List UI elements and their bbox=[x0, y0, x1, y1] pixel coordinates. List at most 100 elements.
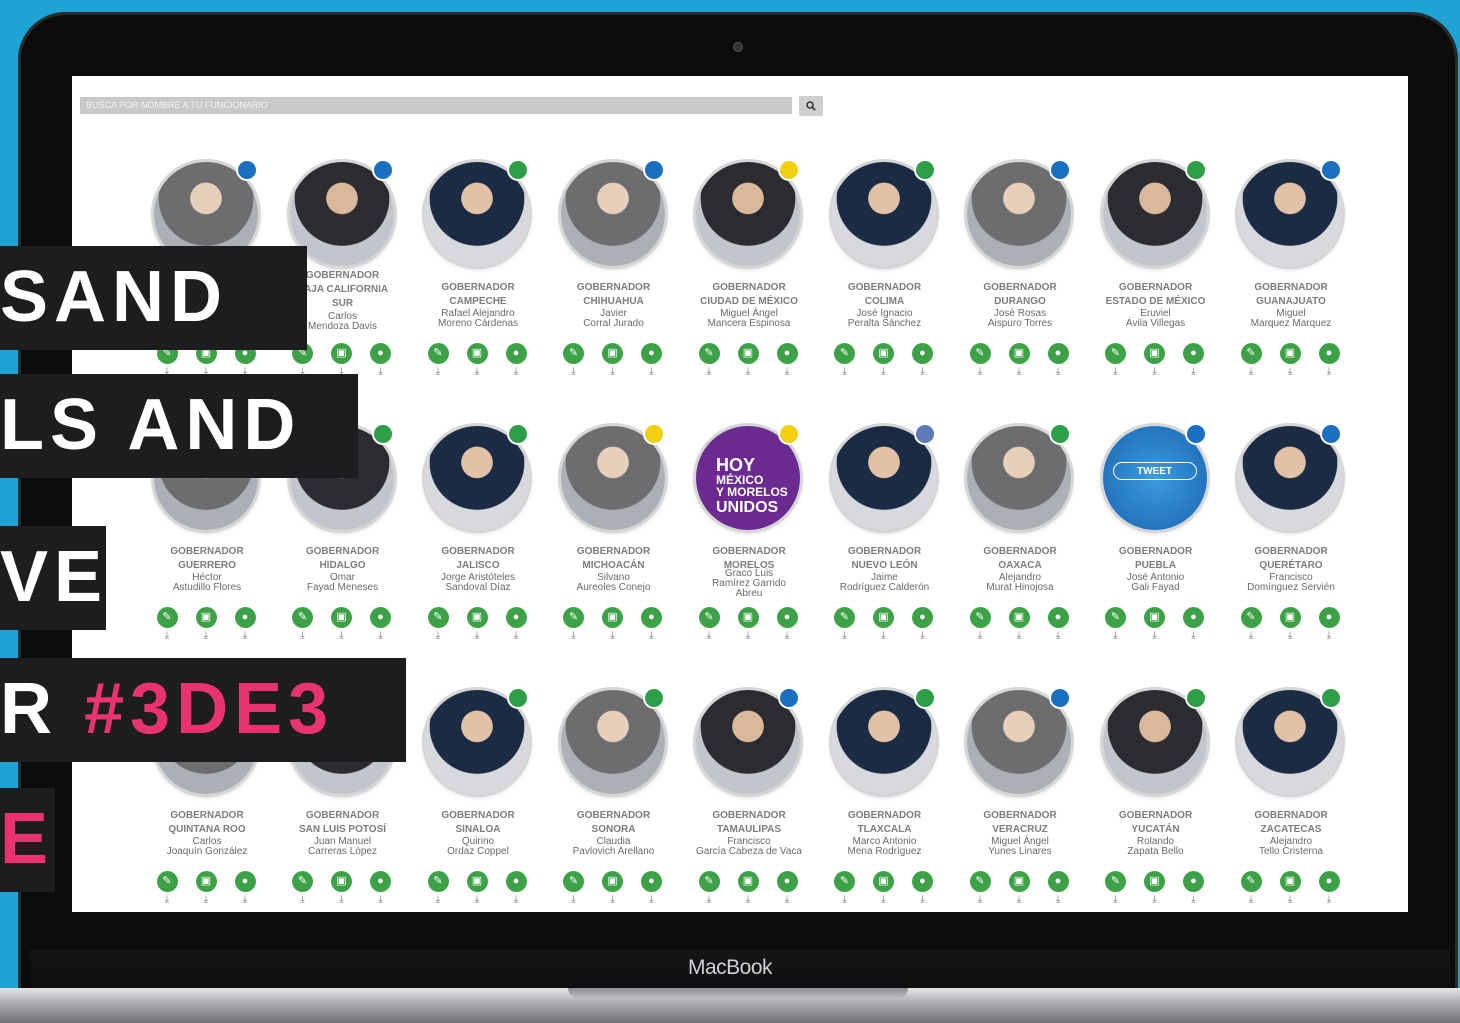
briefcase-icon[interactable]: ▣ bbox=[331, 343, 352, 364]
declaration-action[interactable]: ▣ ⤓ bbox=[602, 871, 624, 905]
declaration-action[interactable]: ▣ ⤓ bbox=[466, 343, 488, 377]
briefcase-icon[interactable]: ▣ bbox=[873, 607, 894, 628]
declaration-action[interactable]: ● ⤓ bbox=[641, 607, 663, 641]
declaration-action[interactable]: ▣ ⤓ bbox=[466, 607, 488, 641]
money-bag-icon[interactable]: ● bbox=[1047, 871, 1069, 892]
download-icon[interactable]: ⤓ bbox=[776, 894, 798, 905]
download-icon[interactable]: ⤓ bbox=[641, 630, 663, 641]
download-icon[interactable]: ⤓ bbox=[969, 894, 991, 905]
declaration-action[interactable]: ▣ ⤓ bbox=[602, 607, 624, 641]
download-icon[interactable]: ⤓ bbox=[1183, 894, 1205, 905]
declaration-action[interactable]: ▣ ⤓ bbox=[602, 343, 624, 377]
download-icon[interactable]: ⤓ bbox=[370, 630, 392, 641]
download-icon[interactable]: ⤓ bbox=[1318, 630, 1340, 641]
download-icon[interactable]: ⤓ bbox=[1183, 366, 1205, 377]
money-bag-icon[interactable]: ● bbox=[370, 607, 391, 628]
briefcase-icon[interactable]: ▣ bbox=[1144, 607, 1165, 628]
declaration-action[interactable]: ✎ ⤓ bbox=[1240, 607, 1262, 641]
download-icon[interactable]: ⤓ bbox=[912, 894, 934, 905]
pencil-icon[interactable]: ✎ bbox=[156, 871, 178, 892]
declaration-action[interactable]: ✎ ⤓ bbox=[834, 607, 856, 641]
declaration-action[interactable]: ● ⤓ bbox=[1183, 607, 1205, 641]
pencil-icon[interactable]: ✎ bbox=[427, 871, 449, 892]
briefcase-icon[interactable]: ▣ bbox=[195, 607, 217, 628]
download-icon[interactable]: ⤓ bbox=[912, 630, 934, 641]
declaration-action[interactable]: ✎ ⤓ bbox=[1240, 343, 1262, 377]
download-icon[interactable]: ⤓ bbox=[156, 894, 178, 905]
download-icon[interactable]: ⤓ bbox=[292, 630, 314, 641]
money-bag-icon[interactable]: ● bbox=[1183, 607, 1204, 628]
declaration-action[interactable]: ▣ ⤓ bbox=[1279, 607, 1301, 641]
download-icon[interactable]: ⤓ bbox=[466, 366, 488, 377]
pencil-icon[interactable]: ✎ bbox=[834, 343, 855, 364]
money-bag-icon[interactable]: ● bbox=[776, 871, 798, 892]
pencil-icon[interactable]: ✎ bbox=[698, 343, 720, 364]
download-icon[interactable]: ⤓ bbox=[1279, 630, 1301, 641]
pencil-icon[interactable]: ✎ bbox=[969, 871, 991, 892]
briefcase-icon[interactable]: ▣ bbox=[1144, 871, 1165, 892]
pencil-icon[interactable]: ✎ bbox=[563, 343, 584, 364]
money-bag-icon[interactable]: ● bbox=[1318, 607, 1340, 628]
declaration-action[interactable]: ▣ ⤓ bbox=[466, 871, 488, 905]
pencil-icon[interactable]: ✎ bbox=[563, 871, 584, 892]
money-bag-icon[interactable]: ● bbox=[912, 607, 933, 628]
declaration-action[interactable]: ● ⤓ bbox=[370, 871, 392, 905]
money-bag-icon[interactable]: ● bbox=[776, 607, 798, 628]
pencil-icon[interactable]: ✎ bbox=[969, 607, 991, 628]
download-icon[interactable]: ⤓ bbox=[602, 366, 624, 377]
declaration-action[interactable]: ● ⤓ bbox=[1318, 607, 1340, 641]
money-bag-icon[interactable]: ● bbox=[641, 871, 662, 892]
declaration-action[interactable]: ● ⤓ bbox=[505, 343, 527, 377]
money-bag-icon[interactable]: ● bbox=[505, 607, 527, 628]
money-bag-icon[interactable]: ● bbox=[234, 607, 256, 628]
download-icon[interactable]: ⤓ bbox=[370, 366, 392, 377]
download-icon[interactable]: ⤓ bbox=[776, 630, 798, 641]
briefcase-icon[interactable]: ▣ bbox=[1008, 607, 1030, 628]
declaration-action[interactable]: ✎ ⤓ bbox=[427, 607, 449, 641]
declaration-action[interactable]: ● ⤓ bbox=[370, 343, 392, 377]
declaration-action[interactable]: ✎ ⤓ bbox=[969, 871, 991, 905]
download-icon[interactable]: ⤓ bbox=[466, 894, 488, 905]
download-icon[interactable]: ⤓ bbox=[234, 894, 256, 905]
download-icon[interactable]: ⤓ bbox=[563, 366, 585, 377]
pencil-icon[interactable]: ✎ bbox=[427, 343, 449, 364]
briefcase-icon[interactable]: ▣ bbox=[737, 871, 759, 892]
declaration-action[interactable]: ● ⤓ bbox=[234, 871, 256, 905]
download-icon[interactable]: ⤓ bbox=[427, 894, 449, 905]
briefcase-icon[interactable]: ▣ bbox=[1008, 343, 1030, 364]
download-icon[interactable]: ⤓ bbox=[1008, 630, 1030, 641]
money-bag-icon[interactable]: ● bbox=[1318, 343, 1340, 364]
briefcase-icon[interactable]: ▣ bbox=[331, 871, 352, 892]
download-icon[interactable]: ⤓ bbox=[1144, 894, 1166, 905]
download-icon[interactable]: ⤓ bbox=[505, 366, 527, 377]
declaration-action[interactable]: ▣ ⤓ bbox=[1144, 871, 1166, 905]
declaration-action[interactable]: ● ⤓ bbox=[912, 871, 934, 905]
briefcase-icon[interactable]: ▣ bbox=[1008, 871, 1030, 892]
download-icon[interactable]: ⤓ bbox=[1047, 366, 1069, 377]
download-icon[interactable]: ⤓ bbox=[195, 894, 217, 905]
download-icon[interactable]: ⤓ bbox=[1240, 894, 1262, 905]
briefcase-icon[interactable]: ▣ bbox=[331, 607, 352, 628]
declaration-action[interactable]: ● ⤓ bbox=[1318, 871, 1340, 905]
declaration-action[interactable]: ● ⤓ bbox=[776, 607, 798, 641]
declaration-action[interactable]: ✎ ⤓ bbox=[1105, 871, 1127, 905]
declaration-action[interactable]: ● ⤓ bbox=[776, 871, 798, 905]
money-bag-icon[interactable]: ● bbox=[912, 343, 933, 364]
declaration-action[interactable]: ▣ ⤓ bbox=[1279, 343, 1301, 377]
declaration-action[interactable]: ▣ ⤓ bbox=[195, 607, 217, 641]
download-icon[interactable]: ⤓ bbox=[331, 630, 353, 641]
tweet-button[interactable]: TWEET bbox=[1112, 462, 1197, 480]
download-icon[interactable]: ⤓ bbox=[969, 366, 991, 377]
declaration-action[interactable]: ● ⤓ bbox=[912, 343, 934, 377]
declaration-action[interactable]: ✎ ⤓ bbox=[563, 607, 585, 641]
download-icon[interactable]: ⤓ bbox=[466, 630, 488, 641]
declaration-action[interactable]: ✎ ⤓ bbox=[834, 871, 856, 905]
money-bag-icon[interactable]: ● bbox=[234, 871, 256, 892]
download-icon[interactable]: ⤓ bbox=[1105, 366, 1127, 377]
download-icon[interactable]: ⤓ bbox=[1105, 894, 1127, 905]
declaration-action[interactable]: ● ⤓ bbox=[234, 607, 256, 641]
pencil-icon[interactable]: ✎ bbox=[156, 607, 178, 628]
download-icon[interactable]: ⤓ bbox=[1047, 630, 1069, 641]
declaration-action[interactable]: ✎ ⤓ bbox=[427, 343, 449, 377]
download-icon[interactable]: ⤓ bbox=[1240, 366, 1262, 377]
